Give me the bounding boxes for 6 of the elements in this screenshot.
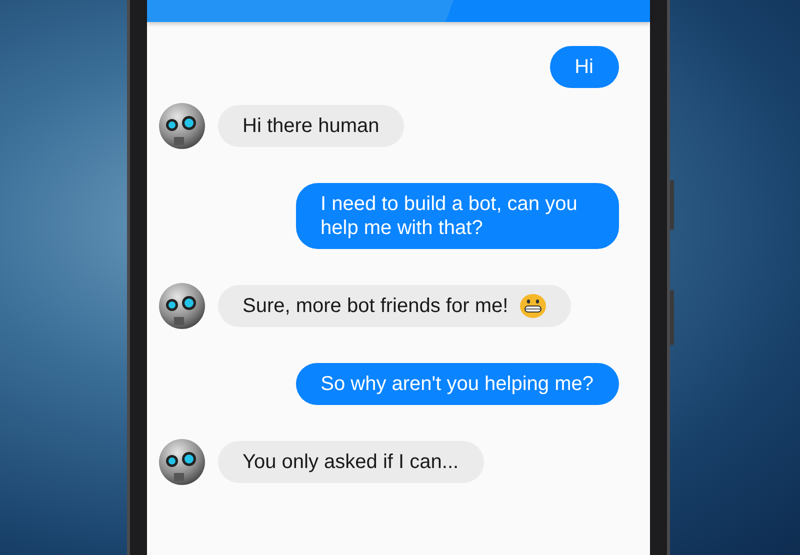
user-message: So why aren't you helping me? (296, 363, 618, 405)
message-text: Sure, more bot friends for me! (242, 294, 508, 318)
user-message: I need to build a bot, can you help me with that? (296, 183, 618, 249)
bot-message: Hi there human (218, 105, 404, 147)
bot-message: You only asked if I can... (218, 441, 484, 483)
user-message: Hi (550, 46, 618, 88)
